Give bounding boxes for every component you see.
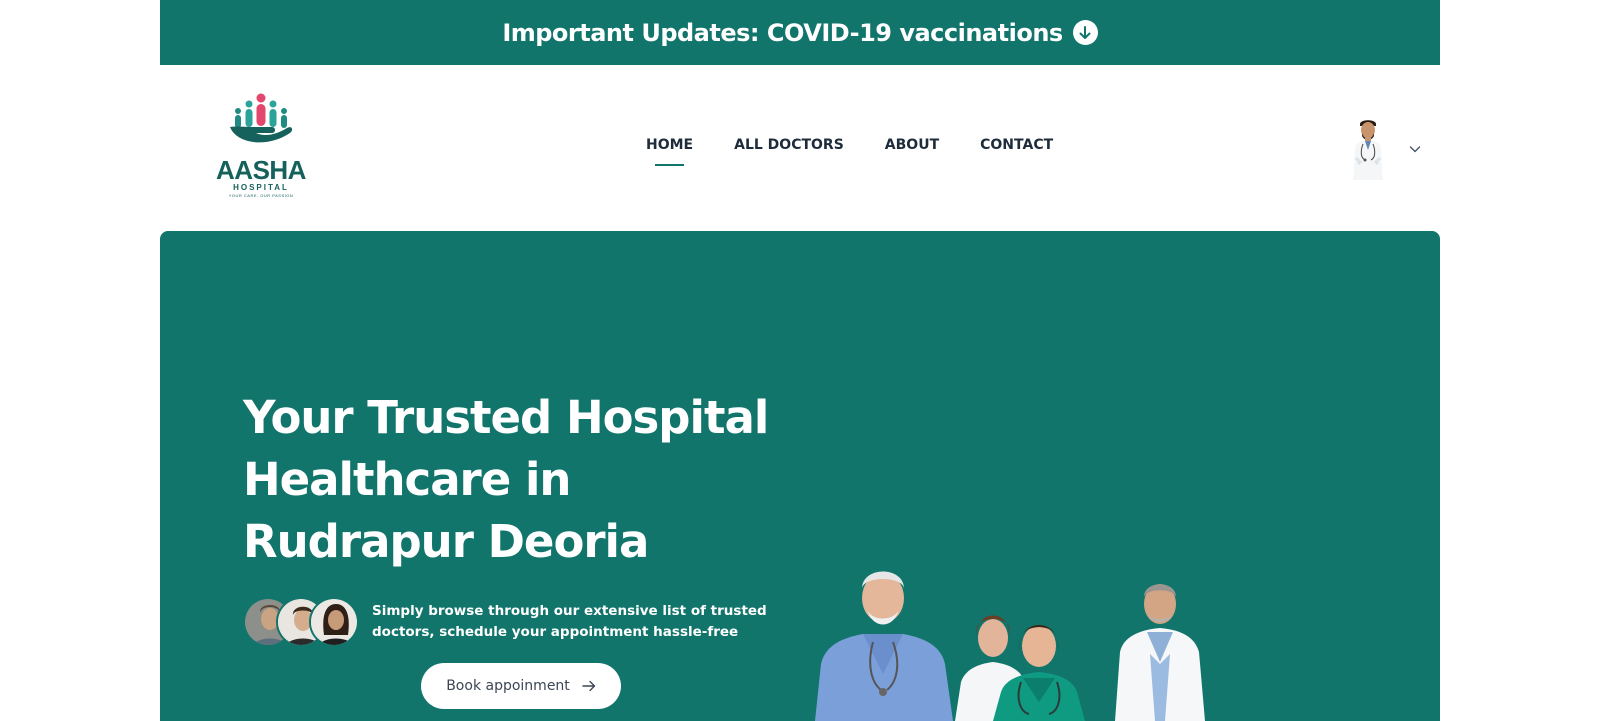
- doctors-group-image: [815, 571, 1205, 721]
- logo-wordmark: AASHA: [216, 155, 306, 185]
- logo-tagline: YOUR CARE, OUR PASSION: [228, 193, 294, 198]
- announcement-banner[interactable]: Important Updates: COVID-19 vaccinations: [160, 0, 1440, 65]
- book-appointment-button[interactable]: Book appoinment: [421, 663, 621, 709]
- logo-emblem-icon: [230, 93, 293, 143]
- nav-contact[interactable]: CONTACT: [980, 137, 1053, 153]
- hero-title: Your Trusted Hospital Healthcare in Rudr…: [243, 391, 769, 568]
- top-navbar: AASHA HOSPITAL YOUR CARE, OUR PASSION HO…: [160, 65, 1440, 231]
- nav-about[interactable]: ABOUT: [885, 137, 939, 153]
- page-frame: Important Updates: COVID-19 vaccinations…: [160, 0, 1440, 721]
- hero-description: Simply browse through our extensive list…: [372, 603, 767, 640]
- patient-avatar: [309, 597, 359, 647]
- nav-all-doctors[interactable]: ALL DOCTORS: [734, 137, 844, 153]
- hero-section: Your Trusted Hospital Healthcare in Rudr…: [160, 231, 1440, 721]
- logo-subtitle: HOSPITAL: [233, 183, 289, 192]
- arrow-down-circle-icon[interactable]: [1072, 20, 1098, 45]
- book-appointment-label: Book appoinment: [446, 678, 570, 694]
- nav-home[interactable]: HOME: [646, 137, 693, 166]
- patient-avatar-group: [243, 597, 361, 647]
- banner-text[interactable]: Important Updates: COVID-19 vaccinations: [502, 19, 1063, 47]
- user-avatar[interactable]: [1348, 118, 1388, 180]
- main-menu: HOME ALL DOCTORS ABOUT CONTACT: [646, 137, 1053, 166]
- chevron-down-icon[interactable]: [1408, 141, 1422, 155]
- arrow-right-icon: [582, 680, 595, 692]
- hospital-logo[interactable]: AASHA HOSPITAL YOUR CARE, OUR PASSION: [216, 93, 306, 199]
